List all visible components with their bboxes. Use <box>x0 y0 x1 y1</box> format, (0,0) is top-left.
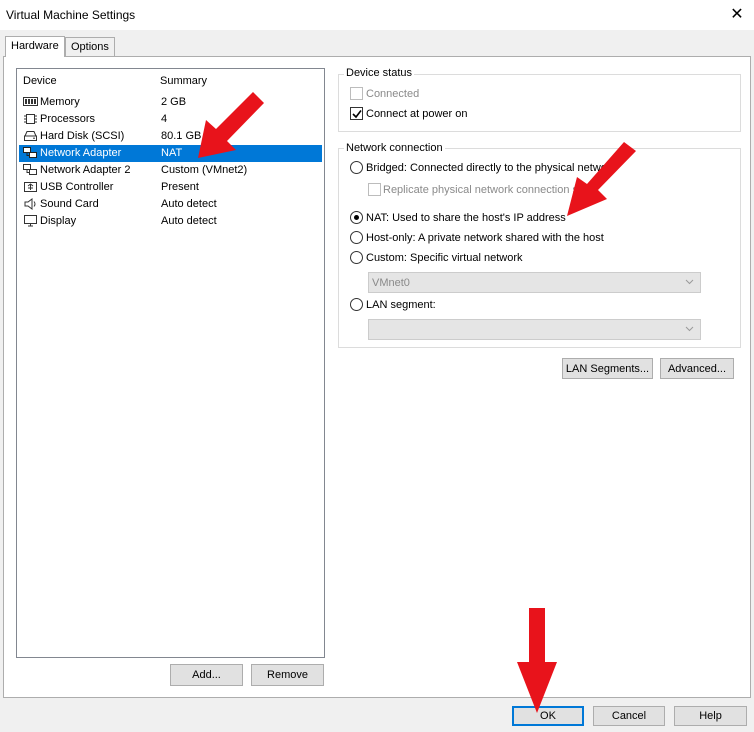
add-button[interactable]: Add... <box>170 664 243 686</box>
column-summary[interactable]: Summary <box>160 75 207 87</box>
radio-selected-dot <box>354 215 359 220</box>
lan-segment-label: LAN segment: <box>366 299 436 311</box>
checkmark-icon <box>352 110 362 119</box>
chevron-down-icon <box>685 279 694 285</box>
device-name: Processors <box>40 113 96 125</box>
connected-checkbox[interactable] <box>350 87 363 100</box>
connected-label: Connected <box>366 88 420 100</box>
memory-icon <box>23 97 38 106</box>
device-summary: Custom (VMnet2) <box>161 164 248 176</box>
connect-at-power-on-checkbox[interactable] <box>350 107 363 120</box>
connect-at-power-on-label: Connect at power on <box>366 108 468 120</box>
bridged-radio[interactable] <box>350 161 363 174</box>
device-name: Memory <box>40 96 80 108</box>
tab-options[interactable]: Options <box>65 37 115 56</box>
device-row-usb-controller[interactable]: USB Controller Present <box>19 179 322 196</box>
device-summary: 4 <box>161 113 168 125</box>
remove-button[interactable]: Remove <box>251 664 324 686</box>
host-only-radio[interactable] <box>350 231 363 244</box>
tab-hardware[interactable]: Hardware <box>5 36 65 57</box>
network-connection-title: Network connection <box>344 142 445 154</box>
device-row-hard-disk[interactable]: Hard Disk (SCSI) 80.1 GB <box>19 128 322 145</box>
bridged-label: Bridged: Connected directly to the physi… <box>366 162 607 174</box>
sound-card-icon <box>24 198 36 210</box>
device-status-title: Device status <box>344 67 415 79</box>
cancel-button[interactable]: Cancel <box>593 706 665 726</box>
device-row-processors[interactable]: Processors 4 <box>19 111 322 128</box>
display-icon <box>24 215 37 227</box>
lan-segment-radio[interactable] <box>350 298 363 311</box>
device-summary: 80.1 GB <box>161 130 202 142</box>
device-list[interactable]: Device Summary Memory 2 GB Processors 4 … <box>16 68 325 658</box>
host-only-label: Host-only: A private network shared with… <box>366 232 604 244</box>
device-status-group <box>338 74 741 132</box>
help-button[interactable]: Help <box>674 706 747 726</box>
custom-network-select[interactable]: VMnet0 <box>368 272 701 293</box>
device-summary: NAT <box>161 147 183 159</box>
network-adapter-icon <box>23 147 37 158</box>
chevron-down-icon <box>685 326 694 332</box>
title-bar: Virtual Machine Settings ✕ <box>0 0 754 30</box>
device-name: Network Adapter 2 <box>40 164 131 176</box>
device-summary: Present <box>161 181 199 193</box>
device-name: Hard Disk (SCSI) <box>40 130 125 142</box>
custom-network-value: VMnet0 <box>372 277 410 289</box>
lan-segment-select[interactable] <box>368 319 701 340</box>
device-row-network-adapter-2[interactable]: Network Adapter 2 Custom (VMnet2) <box>19 162 322 179</box>
ok-button[interactable]: OK <box>512 706 584 726</box>
custom-radio[interactable] <box>350 251 363 264</box>
device-row-network-adapter[interactable]: Network Adapter NAT <box>19 145 322 162</box>
replicate-label: Replicate physical network connection st… <box>383 184 588 196</box>
usb-icon <box>24 182 37 192</box>
network-adapter-icon <box>23 164 37 175</box>
device-row-memory[interactable]: Memory 2 GB <box>19 94 322 111</box>
device-summary: Auto detect <box>161 198 217 210</box>
hard-disk-icon <box>24 131 37 141</box>
nat-radio[interactable] <box>350 211 363 224</box>
device-name: Network Adapter <box>40 147 122 159</box>
processor-icon <box>24 114 37 124</box>
device-row-sound-card[interactable]: Sound Card Auto detect <box>19 196 322 213</box>
device-name: Display <box>40 215 77 227</box>
replicate-checkbox[interactable] <box>368 183 381 196</box>
lan-segments-button[interactable]: LAN Segments... <box>562 358 653 379</box>
custom-label: Custom: Specific virtual network <box>366 252 523 264</box>
device-list-header: Device Summary <box>17 69 324 91</box>
advanced-button[interactable]: Advanced... <box>660 358 734 379</box>
close-icon[interactable]: ✕ <box>726 4 748 26</box>
network-connection-group <box>338 148 741 348</box>
nat-label: NAT: Used to share the host's IP address <box>366 212 566 224</box>
device-summary: Auto detect <box>161 215 217 227</box>
window-title: Virtual Machine Settings <box>6 8 136 22</box>
device-name: USB Controller <box>40 181 114 193</box>
column-device[interactable]: Device <box>23 75 57 87</box>
device-summary: 2 GB <box>161 96 187 108</box>
device-row-display[interactable]: Display Auto detect <box>19 213 322 230</box>
device-name: Sound Card <box>40 198 99 210</box>
